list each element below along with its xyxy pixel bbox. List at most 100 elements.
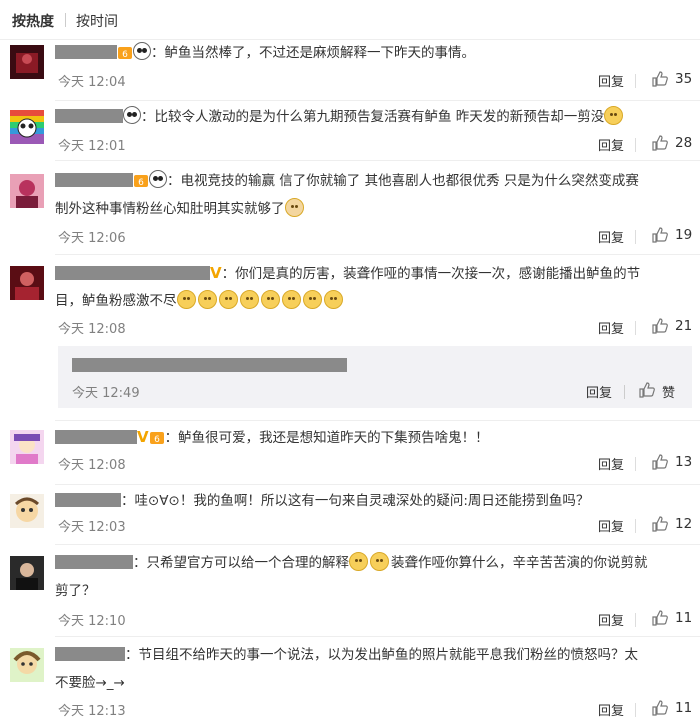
sub-reply-time: 今天 12:49 bbox=[72, 386, 140, 401]
comment-time: 今天 12:04 bbox=[58, 75, 126, 90]
panda-emoji-icon bbox=[133, 42, 151, 60]
action-separator bbox=[635, 230, 636, 244]
sort-by-time-tab[interactable]: 按时间 bbox=[76, 11, 118, 31]
action-separator bbox=[635, 519, 636, 533]
username-redacted[interactable] bbox=[55, 647, 125, 661]
reply-button[interactable]: 回复 bbox=[598, 71, 624, 90]
thumbs-up-icon[interactable] bbox=[651, 134, 669, 152]
action-separator bbox=[635, 613, 636, 627]
comment-item: V 6 ：鲈鱼很可爱，我还是想知道昨天的下集预告啥鬼！！ 今天 12:08 回复 1… bbox=[0, 424, 700, 485]
username-redacted[interactable] bbox=[55, 430, 137, 444]
comment-divider bbox=[55, 160, 700, 161]
like-count: 28 bbox=[675, 135, 693, 151]
sub-reply-reply-button[interactable]: 回复 bbox=[586, 382, 612, 401]
smiley-emoji-icon bbox=[197, 290, 217, 309]
comment-divider bbox=[55, 420, 700, 421]
verified-v-icon: V bbox=[137, 428, 149, 446]
sort-bar: 按热度 按时间 bbox=[0, 0, 700, 40]
svg-text:6: 6 bbox=[154, 435, 160, 445]
like-count: 11 bbox=[675, 610, 693, 626]
smiley-emoji-icon bbox=[323, 290, 343, 309]
smiley-emoji-icon bbox=[604, 106, 624, 125]
comment-item: 6 ：鲈鱼当然棒了，不过还是麻烦解释一下昨天的事情。 今天 12:04 回复 35 bbox=[0, 40, 700, 101]
avatar[interactable] bbox=[10, 110, 44, 144]
comment-item: ：哇⊙∀⊙！我的鱼啊！所以这有一句来自灵魂深处的疑问:周日还能捞到鱼吗？ 今天 … bbox=[0, 488, 700, 545]
smiley-emoji-icon bbox=[260, 290, 280, 309]
smiley-emoji-icon bbox=[349, 552, 368, 571]
like-count: 13 bbox=[675, 454, 693, 470]
like-count: 21 bbox=[675, 318, 693, 334]
panda-emoji-icon bbox=[123, 106, 141, 124]
username-redacted[interactable] bbox=[55, 45, 117, 59]
verified-v-icon: V bbox=[210, 264, 222, 282]
comment-divider bbox=[55, 254, 700, 255]
avatar[interactable] bbox=[10, 494, 44, 528]
action-separator bbox=[624, 385, 625, 399]
comment-text-line-1b: 装聋作哑你算什么，辛辛苦苦演的你说剪就 bbox=[391, 555, 648, 571]
smiley-emoji-icon bbox=[176, 290, 196, 309]
thumbs-up-icon[interactable] bbox=[638, 381, 656, 399]
smiley-emoji-icon bbox=[239, 290, 259, 309]
comment-time: 今天 12:08 bbox=[58, 322, 126, 337]
comment-time: 今天 12:01 bbox=[58, 139, 126, 154]
comment-text-line-2: 不要脸→_→ bbox=[55, 675, 125, 691]
svg-text:6: 6 bbox=[138, 178, 144, 188]
sort-by-hot-tab[interactable]: 按热度 bbox=[12, 11, 54, 31]
thumbs-up-icon[interactable] bbox=[651, 515, 669, 533]
comment-item: V：你们是真的厉害，装聋作哑的事情一次接一次，感谢能播出鲈鱼的节 目，鲈鱼粉感激… bbox=[0, 260, 700, 422]
avatar[interactable] bbox=[10, 266, 44, 300]
comment-text-line-1: ：电视竞技的输赢 信了你就输了 其他喜剧人也都很优秀 只是为什么突然变成赛 bbox=[167, 173, 639, 189]
comment-time: 今天 12:08 bbox=[58, 458, 126, 473]
thumbs-up-icon[interactable] bbox=[651, 70, 669, 88]
comment-divider bbox=[55, 100, 700, 101]
comment-divider bbox=[55, 636, 700, 637]
comment-text: ：比较令人激动的是为什么第九期预告复活赛有鲈鱼 昨天发的新预告却一剪没 bbox=[141, 109, 605, 125]
action-separator bbox=[635, 138, 636, 152]
comment-text-line-2: 制外这种事情粉丝心知肚明其实就够了 bbox=[55, 201, 285, 217]
reply-button[interactable]: 回复 bbox=[598, 516, 624, 535]
vip-crown-icon: 6 bbox=[134, 175, 148, 188]
reply-button[interactable]: 回复 bbox=[598, 135, 624, 154]
smiley-emoji-icon bbox=[281, 290, 301, 309]
reply-button[interactable]: 回复 bbox=[598, 318, 624, 337]
comment-text-line-1: ：你们是真的厉害，装聋作哑的事情一次接一次，感谢能播出鲈鱼的节 bbox=[221, 266, 641, 282]
comment-divider bbox=[55, 484, 700, 485]
like-count: 35 bbox=[675, 71, 693, 87]
thumbs-up-icon[interactable] bbox=[651, 699, 669, 717]
avatar[interactable] bbox=[10, 648, 44, 682]
reply-button[interactable]: 回复 bbox=[598, 700, 624, 719]
username-redacted[interactable] bbox=[55, 493, 121, 507]
thumbs-up-icon[interactable] bbox=[651, 453, 669, 471]
smiley-emoji-icon bbox=[218, 290, 238, 309]
avatar[interactable] bbox=[10, 430, 44, 464]
sort-divider bbox=[65, 13, 66, 27]
thumbs-up-icon[interactable] bbox=[651, 226, 669, 244]
username-redacted[interactable] bbox=[55, 555, 133, 569]
action-separator bbox=[635, 457, 636, 471]
avatar[interactable] bbox=[10, 556, 44, 590]
username-redacted[interactable] bbox=[55, 109, 123, 123]
comment-time: 今天 12:13 bbox=[58, 704, 126, 719]
username-redacted[interactable] bbox=[55, 173, 133, 187]
comment-text-line-1a: ：只希望官方可以给一个合理的解释 bbox=[133, 555, 349, 571]
comment-text: ：鲈鱼很可爱，我还是想知道昨天的下集预告啥鬼！！ bbox=[164, 430, 489, 446]
sub-reply-like-label[interactable]: 赞 bbox=[662, 382, 675, 401]
smiley-emoji-icon bbox=[302, 290, 322, 309]
action-separator bbox=[635, 74, 636, 88]
avatar[interactable] bbox=[10, 45, 44, 79]
thumbs-up-icon[interactable] bbox=[651, 317, 669, 335]
comment-text-line-2: 目，鲈鱼粉感激不尽 bbox=[55, 293, 177, 309]
reply-button[interactable]: 回复 bbox=[598, 610, 624, 629]
comment-divider bbox=[55, 544, 700, 545]
sub-reply-text-redacted[interactable] bbox=[72, 358, 347, 372]
reply-button[interactable]: 回复 bbox=[598, 227, 624, 246]
thumbs-up-icon[interactable] bbox=[651, 609, 669, 627]
svg-text:6: 6 bbox=[122, 50, 128, 60]
comment-text-line-2: 剪了？ bbox=[55, 583, 96, 599]
action-separator bbox=[635, 321, 636, 335]
username-redacted[interactable] bbox=[55, 266, 210, 280]
doge-emoji-icon bbox=[284, 198, 304, 217]
avatar[interactable] bbox=[10, 174, 44, 208]
reply-button[interactable]: 回复 bbox=[598, 454, 624, 473]
comment-time: 今天 12:03 bbox=[58, 520, 126, 535]
